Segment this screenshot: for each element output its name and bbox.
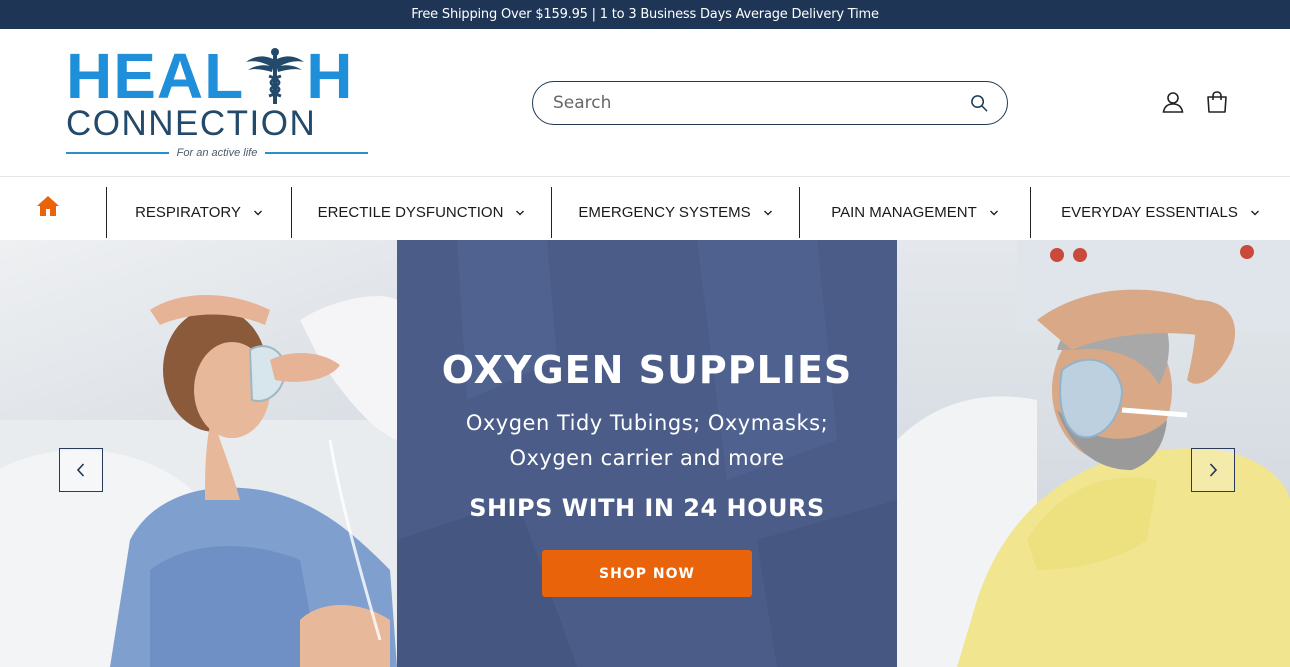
hero-subtitle: Oxygen Tidy Tubings; Oxymasks; Oxygen ca… xyxy=(465,411,829,470)
chevron-down-icon xyxy=(1250,210,1259,215)
logo-tagline: For an active life xyxy=(176,147,258,159)
hero-slideshow: OXYGEN SUPPLIES Oxygen Tidy Tubings; Oxy… xyxy=(0,240,1290,667)
search-box xyxy=(532,81,1008,125)
search-input[interactable] xyxy=(553,93,969,113)
nav-item-erectile-dysfunction[interactable]: ERECTILE DYSFUNCTION xyxy=(291,187,551,238)
account-icon[interactable] xyxy=(1160,89,1186,115)
caduceus-icon xyxy=(244,46,306,106)
nav-item-label: ERECTILE DYSFUNCTION xyxy=(317,204,504,221)
home-icon xyxy=(36,195,60,222)
logo-text-heal: HEAL xyxy=(66,40,245,112)
nav-item-label: PAIN MANAGEMENT xyxy=(831,204,977,221)
slide-next-button[interactable] xyxy=(1191,448,1235,492)
site-header: HEAL H CONNECTION For an active life xyxy=(0,29,1290,177)
logo-tagline-row: For an active life xyxy=(66,146,369,160)
chevron-down-icon xyxy=(516,210,525,215)
chevron-down-icon xyxy=(763,210,772,215)
slide-prev-button[interactable] xyxy=(59,448,103,492)
hero-title: OXYGEN SUPPLIES xyxy=(441,348,853,392)
hero-shipping-note: SHIPS WITH IN 24 HOURS xyxy=(469,494,825,522)
logo-rule-left xyxy=(66,152,169,154)
cart-icon[interactable] xyxy=(1204,89,1230,115)
logo-line-2: CONNECTION xyxy=(66,104,317,143)
nav-item-label: EMERGENCY SYSTEMS xyxy=(578,204,751,221)
logo-rule-right xyxy=(265,152,369,154)
nav-item-label: EVERYDAY ESSENTIALS xyxy=(1061,204,1238,221)
main-nav: RESPIRATORY ERECTILE DYSFUNCTION EMERGEN… xyxy=(0,177,1290,239)
logo-line-1: HEAL H xyxy=(66,44,353,108)
chevron-down-icon xyxy=(989,210,998,215)
hero-text-panel: OXYGEN SUPPLIES Oxygen Tidy Tubings; Oxy… xyxy=(397,240,897,667)
site-logo[interactable]: HEAL H CONNECTION For an active life xyxy=(66,44,369,174)
nav-home[interactable] xyxy=(0,177,106,239)
shop-now-button[interactable]: SHOP NOW xyxy=(542,550,752,597)
announcement-bar: Free Shipping Over $159.95 | 1 to 3 Busi… xyxy=(0,0,1290,29)
chevron-down-icon xyxy=(253,210,262,215)
nav-item-respiratory[interactable]: RESPIRATORY xyxy=(106,187,291,238)
search-icon[interactable] xyxy=(969,93,989,113)
nav-item-pain-management[interactable]: PAIN MANAGEMENT xyxy=(799,187,1030,238)
nav-item-label: RESPIRATORY xyxy=(135,204,241,221)
announcement-text: Free Shipping Over $159.95 | 1 to 3 Busi… xyxy=(411,7,879,22)
nav-item-everyday-essentials[interactable]: EVERYDAY ESSENTIALS xyxy=(1030,187,1290,238)
chevron-left-icon xyxy=(76,463,85,477)
chevron-right-icon xyxy=(1209,463,1218,477)
logo-text-h: H xyxy=(306,40,354,112)
nav-item-emergency-systems[interactable]: EMERGENCY SYSTEMS xyxy=(551,187,799,238)
